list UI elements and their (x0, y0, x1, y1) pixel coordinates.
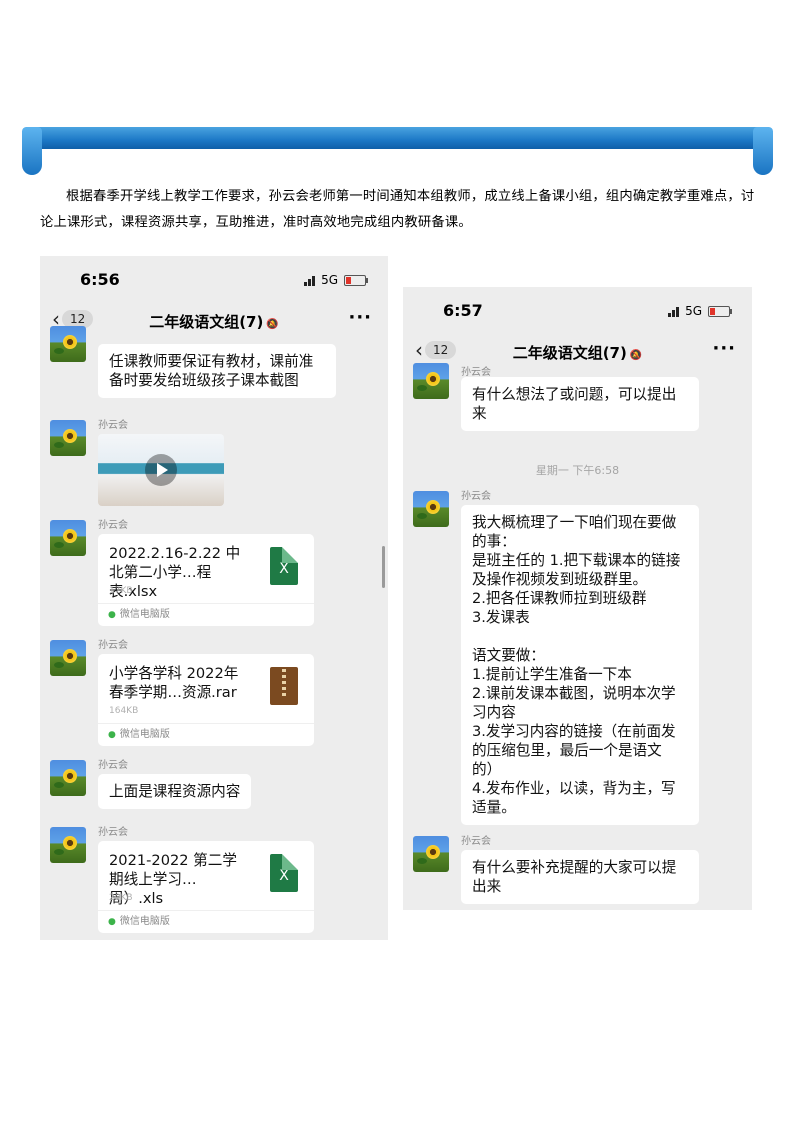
sender-name: 孙云会 (461, 836, 491, 847)
banner-right-cap (753, 127, 773, 175)
avatar[interactable] (413, 363, 449, 399)
message-line: 语文要做： (472, 647, 545, 664)
message-bubble[interactable]: 有什么要补充提醒的大家可以提出来 (461, 850, 699, 904)
more-icon[interactable]: ··· (348, 307, 372, 328)
file-card[interactable]: 2022.2.16-2.22 中北第二小学…程表.xlsx 17KB X ● 微信… (98, 534, 314, 626)
avatar[interactable] (50, 640, 86, 676)
more-icon[interactable]: ··· (712, 338, 736, 359)
sender-name: 孙云会 (98, 420, 128, 431)
sender-name: 孙云会 (461, 367, 491, 378)
message-line: 习内容 (472, 704, 516, 721)
video-thumbnail[interactable] (98, 434, 224, 506)
message-bubble[interactable]: 任课教师要保证有教材，课前准备时要发给班级孩子课本截图 (98, 344, 336, 398)
chat-screenshot-1: 6:56 5G ‹ 12 二年级语文组(7) 🔕 ··· 任课教师要保证有教材，课… (40, 256, 388, 940)
file-source: ● 微信电脑版 (98, 910, 314, 933)
excel-file-icon: X (270, 547, 298, 585)
chat-screenshot-2: 6:57 5G ‹ 12 二年级语文组(7) 🔕 ··· 孙云会 有什么想法了或问… (403, 287, 752, 910)
file-size: 17KB (109, 586, 133, 596)
message-line: 1.提前让学生准备一下本 (472, 666, 632, 683)
avatar[interactable] (50, 420, 86, 456)
chat-timestamp: 星期一 下午6:58 (535, 464, 620, 477)
avatar[interactable] (50, 827, 86, 863)
play-icon (145, 454, 177, 486)
avatar[interactable] (50, 760, 86, 796)
wechat-pc-icon: ● (108, 730, 116, 740)
file-size: 20KB (109, 893, 133, 903)
message-line: 4.发布作业，以读，背为主，写 (472, 780, 676, 797)
network-indicator: 5G (304, 273, 368, 287)
avatar[interactable] (413, 491, 449, 527)
chat-title: 二年级语文组(7) 🔕 (40, 311, 388, 332)
message-bubble[interactable]: 上面是课程资源内容 (98, 774, 252, 809)
message-line: 是班主任的 1.把下载课本的链接 (472, 552, 681, 569)
avatar[interactable] (50, 326, 86, 362)
sender-name: 孙云会 (98, 520, 128, 531)
file-source: ● 微信电脑版 (98, 603, 314, 626)
avatar[interactable] (50, 520, 86, 556)
decorative-banner (22, 127, 773, 149)
file-source-text: 微信电脑版 (119, 609, 170, 620)
sender-name: 孙云会 (98, 640, 128, 651)
chat-navbar: ‹ 12 二年级语文组(7) 🔕 ··· (40, 304, 388, 340)
message-line: 及操作视频发到班级群里。 (472, 571, 648, 588)
message-bubble[interactable]: 我大概梳理了一下咱们现在要做 的事： 是班主任的 1.把下载课本的链接 及操作视频发到… (461, 505, 699, 825)
status-time: 6:56 (80, 270, 120, 289)
file-name: 小学各学科 2022年春季学期…资源.rar (109, 665, 239, 701)
mute-icon: 🔕 (629, 350, 643, 361)
message-line: 的） (472, 761, 502, 778)
file-size: 164KB (109, 706, 139, 716)
status-bar: 6:56 5G (40, 256, 388, 304)
network-indicator: 5G (668, 304, 732, 318)
network-label: 5G (685, 304, 702, 318)
chat-title-text: 二年级语文组(7) (149, 313, 264, 331)
status-time: 6:57 (443, 301, 483, 320)
archive-file-icon (270, 667, 298, 705)
sender-name: 孙云会 (98, 760, 128, 771)
banner-left-cap (22, 127, 42, 175)
avatar[interactable] (413, 836, 449, 872)
sender-name: 孙云会 (461, 491, 491, 502)
message-line: 2.课前发课本截图，说明本次学 (472, 685, 676, 702)
message-bubble[interactable]: 有什么想法了或问题，可以提出来 (461, 377, 699, 431)
file-card[interactable]: 2021-2022 第二学期线上学习…周）.xls 20KB X ● 微信电脑版 (98, 841, 314, 933)
chat-title: 二年级语文组(7) 🔕 (403, 342, 752, 363)
message-line: 的压缩包里，最后一个是语文 (472, 742, 662, 759)
message-line: 3.发课表 (472, 609, 530, 626)
signal-icon (668, 306, 680, 317)
chat-title-text: 二年级语文组(7) (512, 344, 627, 362)
message-line (472, 627, 688, 646)
sender-name: 孙云会 (98, 827, 128, 838)
message-line: 适量。 (472, 799, 516, 816)
network-label: 5G (321, 273, 338, 287)
battery-icon (344, 274, 368, 286)
file-source-text: 微信电脑版 (119, 729, 170, 740)
signal-icon (304, 275, 316, 286)
file-source: ● 微信电脑版 (98, 723, 314, 746)
message-line: 3.发学习内容的链接（在前面发 (472, 723, 676, 740)
wechat-pc-icon: ● (108, 610, 116, 620)
excel-file-icon: X (270, 854, 298, 892)
mute-icon: 🔕 (266, 319, 279, 330)
message-line: 我大概梳理了一下咱们现在要做 (472, 514, 677, 531)
scrollbar[interactable] (382, 546, 385, 588)
intro-paragraph: 根据春季开学线上教学工作要求，孙云会老师第一时间通知本组教师，成立线上备课小组，… (40, 189, 755, 230)
file-card[interactable]: 小学各学科 2022年春季学期…资源.rar 164KB ● 微信电脑版 (98, 654, 314, 746)
wechat-pc-icon: ● (108, 917, 116, 927)
message-line: 的事： (472, 533, 516, 550)
status-bar: 6:57 5G (403, 287, 752, 335)
chat-navbar: ‹ 12 二年级语文组(7) 🔕 ··· (403, 335, 752, 371)
file-source-text: 微信电脑版 (119, 916, 170, 927)
message-line: 2.把各任课教师拉到班级群 (472, 590, 647, 607)
battery-icon (708, 305, 732, 317)
